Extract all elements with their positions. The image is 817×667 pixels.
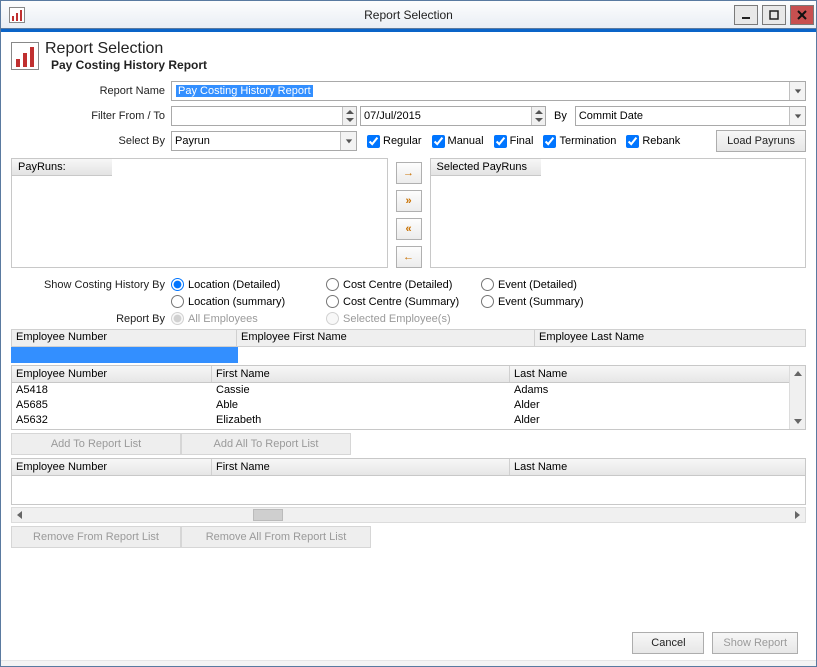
location-detailed-radio[interactable]: Location (Detailed) [171,278,326,291]
add-all-to-report-list-button[interactable]: Add All To Report List [181,433,351,455]
page-subtitle: Pay Costing History Report [51,58,207,72]
report-by-label: Report By [11,313,171,325]
spinner-icon[interactable] [342,107,356,125]
selected-payruns-header: Selected PayRuns [431,159,541,176]
filter-from-to-label: Filter From / To [11,110,171,122]
move-left-button[interactable]: ← [396,246,422,268]
event-summary-radio[interactable]: Event (Summary) [481,295,636,308]
final-checkbox[interactable]: Final [494,135,534,148]
report-name-value: Pay Costing History Report [176,85,313,97]
selected-employees-grid[interactable]: Employee Number First Name Last Name [11,458,806,505]
select-by-label: Select By [11,135,171,147]
employee-filter-header: Employee Number Employee First Name Empl… [11,329,806,347]
payruns-list[interactable]: PayRuns: [11,158,388,268]
spinner-icon[interactable] [531,107,545,125]
all-employees-radio: All Employees [171,312,326,325]
status-strip [1,660,816,666]
window-title: Report Selection [1,8,816,22]
cost-centre-detailed-radio[interactable]: Cost Centre (Detailed) [326,278,481,291]
page-header: Report Selection Pay Costing History Rep… [11,40,806,72]
app-icon [9,7,25,23]
scroll-up-icon [790,366,805,382]
employee-filter-row[interactable] [11,347,806,363]
by-label: By [546,110,575,122]
minimize-button[interactable] [734,5,758,25]
rebank-checkbox[interactable]: Rebank [626,135,680,148]
chevron-down-icon[interactable] [789,82,805,100]
report-icon [11,42,39,70]
cancel-button[interactable]: Cancel [632,632,704,654]
employee-first-filter[interactable] [238,347,536,363]
show-costing-by-label: Show Costing History By [11,279,171,291]
report-name-label: Report Name [11,85,171,97]
filter-by-combo[interactable]: Commit Date [575,106,806,126]
load-payruns-button[interactable]: Load Payruns [716,130,806,152]
selected-employees-radio: Selected Employee(s) [326,312,526,325]
location-summary-radio[interactable]: Location (summary) [171,295,326,308]
chevron-down-icon[interactable] [789,107,805,125]
payruns-header: PayRuns: [12,159,112,176]
app-window: Report Selection Report Selection Pay Co… [0,0,817,667]
scroll-right-icon [789,508,805,522]
maximize-button[interactable] [762,5,786,25]
filter-to-date[interactable]: 07/Jul/2015 [360,106,546,126]
scrollbar-thumb[interactable] [253,509,283,521]
add-to-report-list-button[interactable]: Add To Report List [11,433,181,455]
horizontal-scrollbar[interactable] [11,507,806,523]
report-name-combo[interactable]: Pay Costing History Report [171,81,806,101]
move-all-right-button[interactable]: » [396,190,422,212]
scroll-left-icon [12,508,28,522]
select-by-combo[interactable]: Payrun [171,131,357,151]
title-bar[interactable]: Report Selection [1,1,816,29]
chevron-down-icon[interactable] [340,132,356,150]
employee-number-filter[interactable] [11,347,238,363]
cost-centre-summary-radio[interactable]: Cost Centre (Summary) [326,295,481,308]
table-row[interactable]: A5685AbleAlder [12,398,805,413]
move-all-left-button[interactable]: « [396,218,422,240]
remove-all-from-report-list-button[interactable]: Remove All From Report List [181,526,371,548]
page-title: Report Selection [45,40,207,58]
available-employees-grid[interactable]: Employee Number First Name Last Name A54… [11,365,806,430]
close-button[interactable] [790,5,814,25]
show-report-button[interactable]: Show Report [712,632,798,654]
termination-checkbox[interactable]: Termination [543,135,616,148]
vertical-scrollbar[interactable] [789,366,805,429]
manual-checkbox[interactable]: Manual [432,135,484,148]
event-detailed-radio[interactable]: Event (Detailed) [481,278,636,291]
table-row[interactable]: A5632ElizabethAlder [12,413,805,428]
table-row[interactable]: A5418CassieAdams [12,383,805,398]
move-right-button[interactable]: → [396,162,422,184]
selected-payruns-list[interactable]: Selected PayRuns [430,158,807,268]
remove-from-report-list-button[interactable]: Remove From Report List [11,526,181,548]
employee-last-filter[interactable] [536,347,806,363]
regular-checkbox[interactable]: Regular [367,135,422,148]
scroll-down-icon [790,413,805,429]
filter-from-date[interactable] [171,106,357,126]
